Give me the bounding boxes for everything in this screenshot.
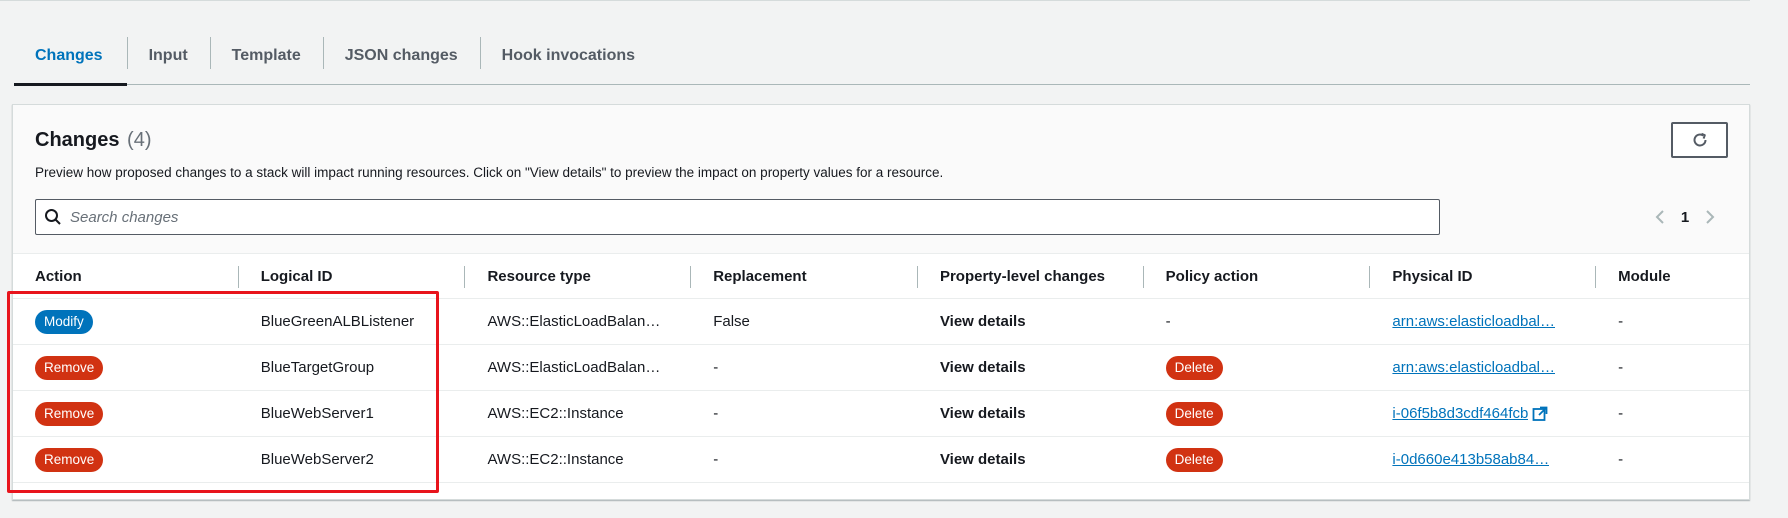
tab-bar: Changes Input Template JSON changes Hook… xyxy=(14,28,1750,86)
col-header-resource-type: Resource type xyxy=(465,254,692,298)
changes-panel: Changes (4) Preview how proposed changes… xyxy=(12,104,1750,500)
refresh-button[interactable] xyxy=(1671,122,1728,158)
module: - xyxy=(1618,405,1624,422)
panel-description: Preview how proposed changes to a stack … xyxy=(35,165,944,180)
col-header-logical-id: Logical ID xyxy=(239,254,466,298)
chevron-right-icon[interactable] xyxy=(1695,203,1725,231)
tab-json-changes[interactable]: JSON changes xyxy=(322,28,480,84)
col-header-policy-action: Policy action xyxy=(1144,254,1371,298)
view-details-link[interactable]: View details xyxy=(940,313,1026,330)
table-row: Modify BlueGreenALBListener AWS::Elastic… xyxy=(13,299,1749,345)
col-header-label: Action xyxy=(35,267,82,285)
search-icon xyxy=(36,200,70,234)
replacement: - xyxy=(713,359,719,376)
tab-template[interactable]: Template xyxy=(209,28,323,84)
table-row: Remove BlueWebServer1 AWS::EC2::Instance… xyxy=(13,391,1749,437)
resource-type: AWS::ElasticLoadBalan… xyxy=(487,359,661,376)
action-badge: Remove xyxy=(35,355,104,380)
replacement: - xyxy=(713,405,719,422)
col-header-module: Module xyxy=(1596,254,1749,298)
pagination: 1 xyxy=(1645,203,1725,231)
top-divider xyxy=(0,0,1750,1)
panel-title: Changes (4) xyxy=(35,129,151,152)
search-input[interactable] xyxy=(70,200,1439,234)
policy-action-badge: Delete xyxy=(1165,447,1223,472)
tab-hook-invocations[interactable]: Hook invocations xyxy=(479,28,657,84)
page-number[interactable]: 1 xyxy=(1675,209,1695,226)
view-details-link[interactable]: View details xyxy=(940,451,1026,468)
table-row: Remove BlueWebServer2 AWS::EC2::Instance… xyxy=(13,437,1749,483)
replacement: False xyxy=(713,313,750,330)
physical-id-link[interactable]: i-0d660e413b58ab84… xyxy=(1392,451,1549,468)
table-row: Remove BlueTargetGroup AWS::ElasticLoadB… xyxy=(13,345,1749,391)
col-header-label: Property-level changes xyxy=(939,267,1106,285)
replacement: - xyxy=(713,451,719,468)
resource-type: AWS::EC2::Instance xyxy=(487,451,624,468)
col-header-physical-id: Physical ID xyxy=(1370,254,1597,298)
physical-id-link[interactable]: arn:aws:elasticloadbal… xyxy=(1392,359,1555,376)
external-link-icon[interactable] xyxy=(1532,406,1548,422)
policy-action-badge: Delete xyxy=(1165,401,1223,426)
col-header-label: Logical ID xyxy=(260,267,333,285)
col-header-replacement: Replacement xyxy=(691,254,918,298)
resource-type: AWS::ElasticLoadBalan… xyxy=(487,313,661,330)
action-badge: Remove xyxy=(35,447,104,472)
physical-id-link[interactable]: arn:aws:elasticloadbal… xyxy=(1392,313,1555,330)
col-header-label: Module xyxy=(1618,267,1671,285)
module: - xyxy=(1618,451,1624,468)
view-details-link[interactable]: View details xyxy=(940,405,1026,422)
search-field[interactable] xyxy=(35,199,1440,235)
module: - xyxy=(1618,313,1624,330)
logical-id: BlueGreenALBListener xyxy=(260,313,415,330)
policy-action-badge: Delete xyxy=(1165,355,1223,380)
action-badge: Remove xyxy=(35,401,104,426)
col-header-property-changes: Property-level changes xyxy=(918,254,1144,298)
view-details-link[interactable]: View details xyxy=(940,359,1026,376)
physical-id-link[interactable]: i-06f5b8d3cdf464fcb xyxy=(1392,405,1528,422)
panel-header: Changes (4) Preview how proposed changes… xyxy=(13,105,1749,253)
logical-id: BlueWebServer1 xyxy=(260,405,374,422)
resource-type: AWS::EC2::Instance xyxy=(487,405,624,422)
tab-input[interactable]: Input xyxy=(126,28,210,84)
col-header-label: Policy action xyxy=(1165,267,1259,285)
action-badge: Modify xyxy=(35,309,93,334)
logical-id: BlueTargetGroup xyxy=(260,359,375,376)
table-header: Action Logical ID Resource type Replacem… xyxy=(13,253,1749,299)
col-header-label: Replacement xyxy=(713,267,807,285)
changes-table: Action Logical ID Resource type Replacem… xyxy=(13,253,1749,483)
col-header-label: Physical ID xyxy=(1392,267,1473,285)
col-header-label: Resource type xyxy=(487,267,591,285)
tab-changes[interactable]: Changes xyxy=(14,28,127,86)
logical-id: BlueWebServer2 xyxy=(260,451,374,468)
panel-title-text: Changes xyxy=(35,129,120,151)
refresh-icon xyxy=(1693,132,1706,147)
module: - xyxy=(1618,359,1624,376)
chevron-left-icon[interactable] xyxy=(1645,203,1675,231)
col-header-action: Action xyxy=(13,254,239,298)
changes-count: (4) xyxy=(127,129,152,151)
policy-action-text: - xyxy=(1165,313,1171,330)
